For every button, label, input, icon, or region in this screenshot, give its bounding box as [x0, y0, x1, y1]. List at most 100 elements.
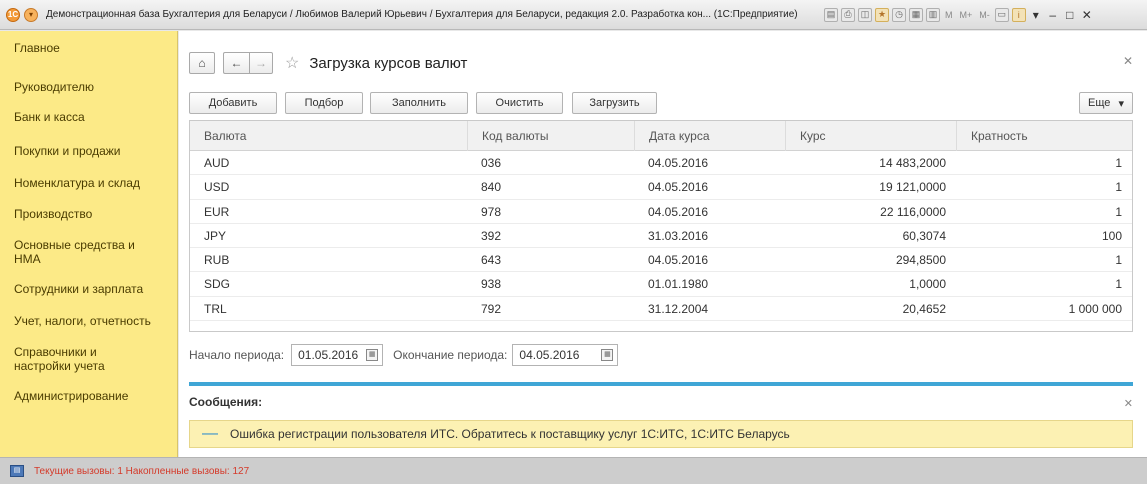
cell-code: 938	[481, 277, 502, 292]
sidebar-item-main[interactable]: Главное	[0, 41, 178, 55]
rates-table: Валюта Код валюты Дата курса Курс Кратно…	[189, 120, 1133, 332]
cell-currency: AUD	[204, 156, 230, 170]
favorite-star-icon[interactable]: ☆	[285, 53, 299, 73]
cell-code: 792	[481, 301, 502, 316]
memory-plus-button[interactable]: M+	[958, 10, 975, 20]
back-arrow-icon[interactable]: ←	[223, 52, 249, 74]
main-content: ⌂ ← → ☆ Загрузка курсов валют ✕ Добавить…	[179, 31, 1147, 457]
cell-date: 04.05.2016	[648, 180, 709, 195]
calendar-icon[interactable]: ▥	[926, 7, 940, 22]
column-header-currency[interactable]: Валюта	[190, 121, 467, 151]
chevron-down-icon[interactable]: ▾	[1029, 8, 1043, 22]
calculator-icon[interactable]: ▦	[909, 7, 923, 22]
message-marker-icon: —	[202, 425, 218, 442]
close-form-icon[interactable]: ✕	[1123, 54, 1133, 68]
sidebar-item-reporting[interactable]: Учет, налоги, отчетность	[0, 314, 178, 328]
forward-arrow-icon[interactable]: →	[249, 52, 273, 74]
home-icon[interactable]: ⌂	[189, 52, 215, 74]
cell-rate: 22 116,0000	[880, 204, 946, 219]
period-start-input[interactable]: 01.05.2016 ▦	[291, 344, 384, 366]
select-button[interactable]: Подбор	[285, 92, 363, 114]
period-end-input[interactable]: 04.05.2016 ▦	[512, 344, 619, 366]
chevron-down-icon: ▾	[1118, 97, 1124, 110]
maximize-icon[interactable]: □	[1063, 8, 1077, 22]
cell-multiplier: 100	[1101, 228, 1122, 243]
cell-code: 978	[481, 204, 502, 219]
cell-currency: TRL	[204, 301, 227, 316]
cell-rate: 60,3074	[902, 228, 946, 243]
memory-minus-button[interactable]: M-	[977, 10, 992, 20]
column-header-code[interactable]: Код валюты	[467, 121, 634, 151]
clear-button[interactable]: Очистить	[476, 92, 563, 114]
cell-multiplier: 1	[1115, 253, 1122, 268]
form-toolbar: Добавить Подбор Заполнить Очистить Загру…	[189, 92, 1133, 114]
message-item[interactable]: — Ошибка регистрации пользователя ИТС. О…	[189, 420, 1133, 448]
close-messages-icon[interactable]: ✕	[1124, 397, 1133, 410]
table-row[interactable]: AUD 036 04.05.2016 14 483,2000 1	[190, 151, 1132, 176]
main-menu-icon[interactable]: ▾	[24, 7, 38, 22]
sections-sidebar: Главное Руководителю Банк и касса Покупк…	[0, 31, 178, 457]
cell-date: 04.05.2016	[648, 253, 709, 268]
sidebar-item-fixed-assets[interactable]: Основные средства и НМА	[0, 238, 160, 266]
column-header-multiplier[interactable]: Кратность	[956, 121, 1132, 151]
cell-rate: 19 121,0000	[879, 180, 946, 195]
sidebar-item-manager[interactable]: Руководителю	[0, 80, 178, 94]
print-icon[interactable]: ⎙	[841, 7, 855, 22]
cell-multiplier: 1	[1115, 156, 1122, 170]
history-icon[interactable]: ◷	[892, 7, 906, 22]
sidebar-item-stock[interactable]: Номенклатура и склад	[0, 176, 178, 190]
sidebar-item-purchases-sales[interactable]: Покупки и продажи	[0, 144, 178, 158]
server-calls-icon[interactable]: ▤	[10, 465, 24, 477]
fill-button[interactable]: Заполнить	[370, 92, 468, 114]
page-title: Загрузка курсов валют	[309, 54, 468, 72]
document-icon[interactable]: ▤	[824, 7, 838, 22]
cell-date: 04.05.2016	[648, 156, 709, 170]
close-window-icon[interactable]: ✕	[1080, 8, 1094, 22]
load-button[interactable]: Загрузить	[572, 92, 657, 114]
add-button[interactable]: Добавить	[189, 92, 277, 114]
sidebar-item-production[interactable]: Производство	[0, 207, 178, 221]
favorites-icon[interactable]: ★	[875, 7, 889, 22]
sidebar-item-settings[interactable]: Справочники и настройки учета	[0, 345, 170, 373]
more-button[interactable]: Еще ▾	[1079, 92, 1133, 114]
status-bar: ▤ Текущие вызовы: 1 Накопленные вызовы: …	[0, 457, 1147, 484]
calendar-icon[interactable]: ▦	[366, 349, 379, 361]
table-row[interactable]: RUB 643 04.05.2016 294,8500 1	[190, 248, 1132, 273]
period-start-label: Начало периода:	[189, 348, 285, 362]
table-row[interactable]: USD 840 04.05.2016 19 121,0000 1	[190, 175, 1132, 200]
cell-date: 31.12.2004	[648, 301, 709, 316]
table-row[interactable]: EUR 978 04.05.2016 22 116,0000 1	[190, 200, 1132, 224]
cell-date: 31.03.2016	[648, 228, 709, 243]
table-row[interactable]: TRL 792 31.12.2004 20,4652 1 000 000	[190, 297, 1132, 322]
table-row[interactable]: SDG 938 01.01.1980 1,0000 1	[190, 272, 1132, 297]
more-label: Еще	[1088, 97, 1111, 109]
cell-multiplier: 1	[1115, 180, 1122, 195]
sidebar-item-admin[interactable]: Администрирование	[0, 389, 178, 403]
app-logo-icon[interactable]: 1С	[6, 7, 20, 22]
sidebar-item-bank[interactable]: Банк и касса	[0, 110, 178, 124]
navigation-bar: ⌂ ← → ☆ Загрузка курсов валют	[189, 52, 467, 74]
cell-currency: RUB	[204, 253, 230, 268]
calendar-icon[interactable]: ▦	[601, 349, 614, 361]
cell-currency: EUR	[204, 204, 230, 219]
window-titlebar: 1С ▾ Демонстрационная база Бухгалтерия д…	[0, 0, 1147, 30]
period-start-value: 01.05.2016	[298, 348, 359, 362]
column-header-date[interactable]: Дата курса	[634, 121, 785, 151]
cell-multiplier: 1	[1115, 204, 1122, 219]
minimize-icon[interactable]: –	[1046, 8, 1060, 22]
info-icon[interactable]: i	[1011, 7, 1026, 22]
panels-icon[interactable]: ▭	[994, 7, 1009, 22]
table-row[interactable]: JPY 392 31.03.2016 60,3074 100	[190, 224, 1132, 249]
column-header-rate[interactable]: Курс	[785, 121, 956, 151]
table-header: Валюта Код валюты Дата курса Курс Кратно…	[190, 121, 1132, 151]
memory-button[interactable]: M	[943, 10, 955, 20]
cell-multiplier: 1 000 000	[1068, 301, 1122, 316]
cell-currency: JPY	[204, 228, 227, 243]
period-end-value: 04.05.2016	[519, 348, 580, 362]
message-text: Ошибка регистрации пользователя ИТС. Обр…	[230, 427, 790, 441]
cell-currency: USD	[204, 180, 230, 195]
cell-rate: 14 483,2000	[879, 156, 946, 170]
sidebar-item-payroll[interactable]: Сотрудники и зарплата	[0, 282, 178, 296]
preview-icon[interactable]: ◫	[858, 7, 872, 22]
cell-code: 643	[481, 253, 502, 268]
